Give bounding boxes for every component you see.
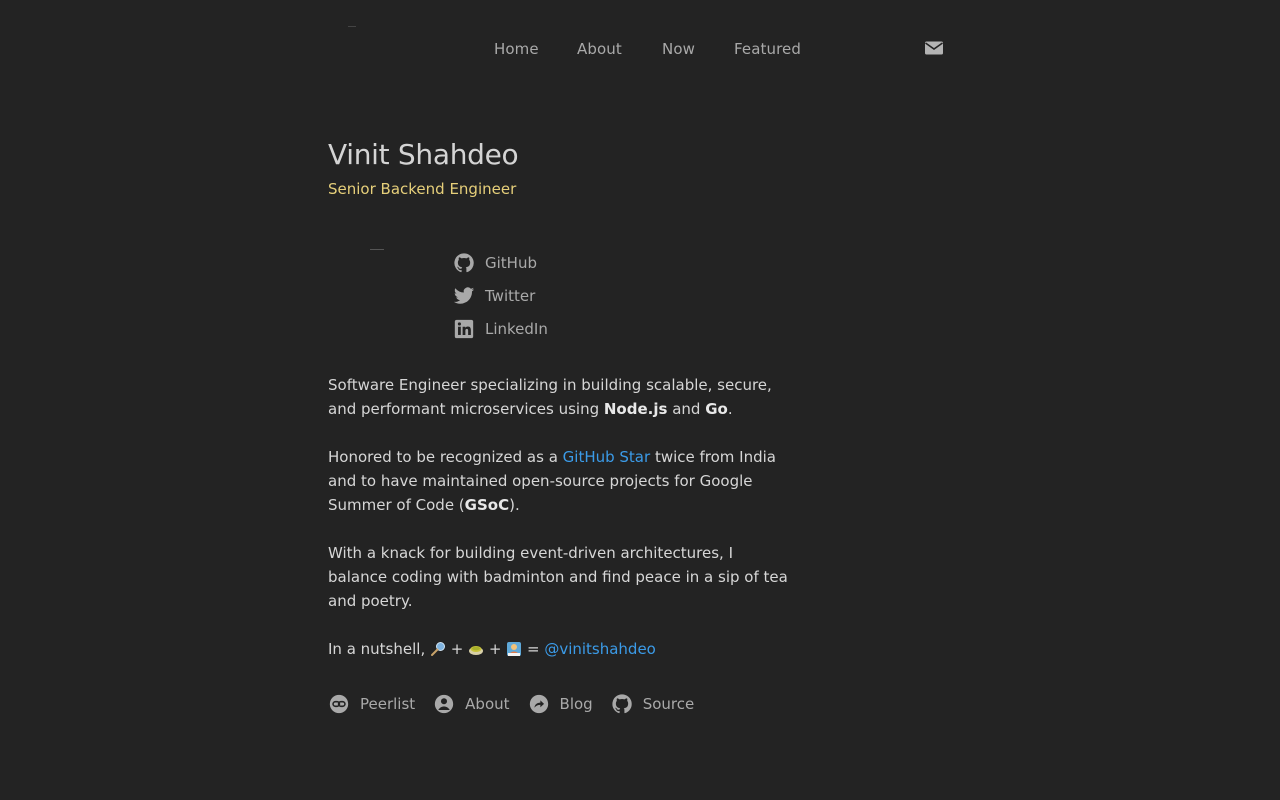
bio-paragraph-1: Software Engineer specializing in buildi… <box>328 373 788 421</box>
peerlist-link[interactable]: Peerlist <box>328 693 415 715</box>
nodejs-text: Node.js <box>603 400 668 418</box>
github-link[interactable]: GitHub <box>453 246 548 279</box>
nav-featured-link[interactable]: Featured <box>734 38 801 60</box>
page-title: Vinit Shahdeo <box>328 138 519 171</box>
github-icon <box>611 693 633 715</box>
logo-mark <box>348 26 356 27</box>
bio-paragraph-2: Honored to be recognized as a GitHub Sta… <box>328 445 788 517</box>
github-label: GitHub <box>485 253 537 272</box>
source-label: Source <box>642 695 695 713</box>
linkedin-icon <box>453 318 475 340</box>
user-icon <box>433 693 455 715</box>
footer-links: Peerlist About Blog Source <box>328 693 712 715</box>
share-icon <box>528 693 550 715</box>
bio-paragraph-3: With a knack for building event-driven a… <box>328 544 788 610</box>
bio-text: + <box>445 640 469 658</box>
go-text: Go <box>705 400 728 418</box>
bio-text: . <box>727 400 733 418</box>
peerlist-label: Peerlist <box>360 695 416 713</box>
handle-link[interactable]: @vinitshahdeo <box>544 640 656 658</box>
badminton-icon <box>430 640 446 656</box>
mail-icon[interactable] <box>924 40 944 56</box>
twitter-label: Twitter <box>485 286 536 305</box>
bio-text: and <box>667 400 706 418</box>
link-icon <box>328 693 350 715</box>
blog-label: Blog <box>559 695 593 713</box>
github-icon <box>453 252 475 274</box>
twitter-icon <box>453 285 475 307</box>
bio: Software Engineer specializing in buildi… <box>328 373 788 685</box>
github-star-link[interactable]: GitHub Star <box>563 448 651 466</box>
twitter-link[interactable]: Twitter <box>453 279 548 312</box>
bio-text: In a nutshell, <box>328 640 430 658</box>
linkedin-link[interactable]: LinkedIn <box>453 312 548 345</box>
bio-text: + <box>484 640 507 658</box>
source-link[interactable]: Source <box>611 693 695 715</box>
social-links: GitHub Twitter LinkedIn <box>453 246 548 345</box>
nav-now-link[interactable]: Now <box>662 38 695 60</box>
nav-about-link[interactable]: About <box>577 38 622 60</box>
top-nav: Home About Now Featured <box>0 38 1280 60</box>
blog-link[interactable]: Blog <box>528 693 593 715</box>
bio-text: ). <box>509 496 520 514</box>
avatar <box>370 249 384 250</box>
nav-home-link[interactable]: Home <box>494 38 539 60</box>
job-title: Senior Backend Engineer <box>328 180 517 198</box>
about-label: About <box>465 695 510 713</box>
bio-text: Honored to be recognized as a <box>328 448 563 466</box>
page: Home About Now Featured Vinit Shahdeo Se… <box>0 0 1280 800</box>
gsoc-text: GSoC <box>464 496 510 514</box>
bio-paragraph-4: In a nutshell, + + = @vinitshahdeo <box>328 637 788 661</box>
tea-icon <box>468 640 484 656</box>
bio-text: = <box>522 640 545 658</box>
poetry-icon <box>506 640 522 656</box>
linkedin-label: LinkedIn <box>485 319 548 338</box>
about-link[interactable]: About <box>433 693 510 715</box>
